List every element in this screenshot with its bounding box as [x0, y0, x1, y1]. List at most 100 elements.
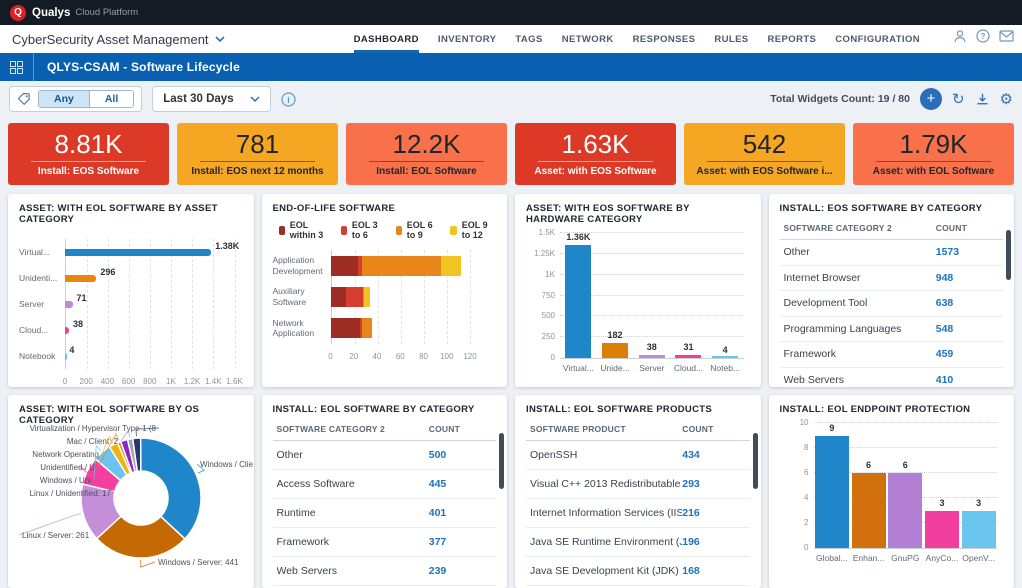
- table-row[interactable]: Other500: [273, 441, 497, 470]
- bar[interactable]: [675, 355, 701, 358]
- table-row[interactable]: Internet Information Services (IIS)216: [526, 499, 750, 528]
- column-header[interactable]: COUNT: [429, 424, 494, 434]
- bar[interactable]: [925, 511, 959, 549]
- scrollbar-thumb[interactable]: [1006, 230, 1011, 280]
- user-icon[interactable]: [953, 29, 967, 43]
- download-button[interactable]: [975, 92, 990, 107]
- tab-dashboard[interactable]: DASHBOARD: [354, 25, 419, 53]
- bar[interactable]: [852, 473, 886, 548]
- cell-count[interactable]: 445: [429, 478, 494, 490]
- cell-count[interactable]: 216: [682, 507, 747, 519]
- legend-item[interactable]: EOL 9 to 12: [450, 220, 496, 240]
- cell-count[interactable]: 434: [682, 449, 747, 461]
- table-row[interactable]: Access Software445: [273, 470, 497, 499]
- cell-count[interactable]: 948: [936, 272, 1001, 284]
- legend-label: EOL 9 to 12: [462, 220, 496, 240]
- cell-count[interactable]: 410: [936, 374, 1001, 386]
- table-row[interactable]: Web Servers410: [780, 368, 1004, 388]
- column-header[interactable]: SOFTWARE PRODUCT: [530, 424, 682, 434]
- cell-count[interactable]: 459: [936, 348, 1001, 360]
- table-row[interactable]: Framework377: [273, 528, 497, 557]
- kpi-card[interactable]: 12.2KInstall: EOL Software: [346, 123, 507, 185]
- info-icon[interactable]: i: [281, 92, 296, 107]
- time-range-select[interactable]: Last 30 Days: [152, 86, 270, 112]
- legend-item[interactable]: EOL within 3: [279, 220, 328, 240]
- bar[interactable]: [639, 355, 665, 358]
- bar-segment[interactable]: [346, 287, 363, 307]
- cell-count[interactable]: 401: [429, 507, 494, 519]
- bar-segment[interactable]: [441, 256, 461, 276]
- help-icon[interactable]: ?: [976, 29, 990, 43]
- table-row[interactable]: Java SE Runtime Environment (JRE)196: [526, 528, 750, 557]
- toggle-any[interactable]: Any: [39, 91, 90, 107]
- tab-inventory[interactable]: INVENTORY: [438, 25, 497, 53]
- tab-responses[interactable]: RESPONSES: [633, 25, 696, 53]
- tab-rules[interactable]: RULES: [714, 25, 748, 53]
- add-widget-button[interactable]: +: [920, 88, 942, 110]
- kpi-card[interactable]: 542Asset: with EOS Software i...: [684, 123, 845, 185]
- cell-count[interactable]: 293: [682, 478, 747, 490]
- tab-configuration[interactable]: CONFIGURATION: [835, 25, 920, 53]
- bar[interactable]: [888, 473, 922, 548]
- tab-reports[interactable]: REPORTS: [768, 25, 817, 53]
- refresh-button[interactable]: ↻: [952, 92, 965, 107]
- scrollbar-thumb[interactable]: [499, 433, 504, 489]
- bar[interactable]: [815, 436, 849, 549]
- bar[interactable]: [65, 275, 96, 282]
- bar[interactable]: [565, 245, 591, 358]
- cell-count[interactable]: 638: [936, 297, 1001, 309]
- column-header[interactable]: SOFTWARE CATEGORY 2: [277, 424, 429, 434]
- bar-segment[interactable]: [331, 287, 346, 307]
- table-row[interactable]: Visual C++ 2013 Redistributable293: [526, 470, 750, 499]
- bar-segment[interactable]: [331, 318, 360, 338]
- table-row[interactable]: OpenSSH434: [526, 441, 750, 470]
- x-tick: OpenV...: [960, 553, 997, 563]
- bar[interactable]: [65, 301, 73, 308]
- table-row[interactable]: Other1573: [780, 240, 1004, 266]
- qualys-logo-icon[interactable]: Q: [10, 5, 26, 21]
- kpi-label: Install: EOS next 12 months: [191, 166, 323, 177]
- tab-network[interactable]: NETWORK: [562, 25, 614, 53]
- bar[interactable]: [65, 353, 67, 360]
- kpi-card[interactable]: 781Install: EOS next 12 months: [177, 123, 338, 185]
- cell-count[interactable]: 548: [936, 323, 1001, 335]
- table-row[interactable]: Framework459: [780, 342, 1004, 368]
- mail-icon[interactable]: [999, 30, 1014, 42]
- bar-segment[interactable]: [331, 256, 359, 276]
- table-row[interactable]: Programming Languages548: [780, 317, 1004, 343]
- table-row[interactable]: Java SE Development Kit (JDK)168: [526, 557, 750, 586]
- column-header[interactable]: SOFTWARE CATEGORY 2: [784, 223, 936, 233]
- settings-gear-button[interactable]: ⚙: [1000, 92, 1013, 107]
- cell-count[interactable]: 377: [429, 536, 494, 548]
- bar[interactable]: [65, 249, 211, 256]
- table-row[interactable]: Web Servers239: [273, 557, 497, 586]
- toggle-all[interactable]: All: [90, 91, 133, 107]
- dashboard-picker-button[interactable]: [0, 53, 34, 81]
- column-header[interactable]: COUNT: [682, 424, 747, 434]
- scrollbar-thumb[interactable]: [753, 433, 758, 489]
- kpi-card[interactable]: 1.79KAsset: with EOL Software: [853, 123, 1014, 185]
- bar-segment[interactable]: [362, 318, 372, 338]
- bar[interactable]: [962, 511, 996, 549]
- kpi-card[interactable]: 8.81KInstall: EOS Software: [8, 123, 169, 185]
- cell-count[interactable]: 1573: [936, 246, 1001, 258]
- column-header[interactable]: COUNT: [936, 223, 1001, 233]
- cell-count[interactable]: 500: [429, 449, 494, 461]
- bar-segment[interactable]: [364, 287, 370, 307]
- tab-tags[interactable]: TAGS: [515, 25, 542, 53]
- cell-count[interactable]: 168: [682, 565, 747, 577]
- table-row[interactable]: Development Tool638: [780, 291, 1004, 317]
- table-row[interactable]: Runtime401: [273, 499, 497, 528]
- cell-count[interactable]: 196: [682, 536, 747, 548]
- bar[interactable]: [712, 356, 738, 358]
- legend-item[interactable]: EOL 6 to 9: [396, 220, 438, 240]
- legend-item[interactable]: EOL 3 to 6: [341, 220, 383, 240]
- bar[interactable]: [65, 327, 69, 334]
- bar-segment[interactable]: [362, 256, 441, 276]
- kpi-card[interactable]: 1.63KAsset: with EOS Software: [515, 123, 676, 185]
- module-switcher[interactable]: CyberSecurity Asset Management: [12, 32, 225, 47]
- cell-count[interactable]: 239: [429, 565, 494, 577]
- table-row[interactable]: Internet Browser948: [780, 266, 1004, 292]
- widgets-count: Total Widgets Count: 19 / 80: [770, 93, 910, 105]
- bar[interactable]: [602, 343, 628, 358]
